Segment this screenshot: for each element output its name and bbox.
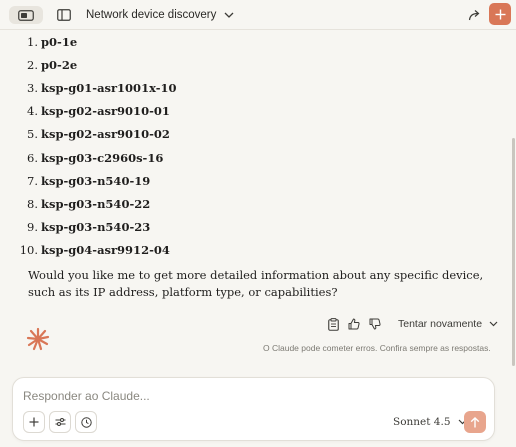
sidebar-toggle-button[interactable] xyxy=(55,7,73,23)
device-name: ksp-g03-n540-22 xyxy=(41,197,151,211)
thumbs-up-icon xyxy=(348,318,360,330)
plus-icon xyxy=(29,417,39,427)
chevron-down-icon xyxy=(224,12,234,18)
share-button[interactable] xyxy=(466,6,484,24)
list-number: 3. xyxy=(27,81,38,95)
tools-button[interactable] xyxy=(49,411,71,433)
share-icon xyxy=(468,10,480,21)
arrow-up-icon xyxy=(470,416,480,427)
list-number: 4. xyxy=(27,104,38,118)
list-item: 5. ksp-g02-asr9010-02 xyxy=(0,127,300,147)
sidebar-icon xyxy=(57,9,71,21)
device-name: ksp-g02-asr9010-02 xyxy=(41,127,170,141)
new-chat-button[interactable] xyxy=(489,3,511,25)
panel-icon xyxy=(18,9,34,21)
thumbs-up-button[interactable] xyxy=(347,317,361,331)
history-button[interactable] xyxy=(75,411,97,433)
list-item: 3. ksp-g01-asr1001x-10 xyxy=(0,81,300,101)
retry-button[interactable]: Tentar novamente xyxy=(398,318,498,330)
reply-input[interactable] xyxy=(23,388,423,404)
add-attachment-button[interactable] xyxy=(23,411,45,433)
device-name: p0-1e xyxy=(41,35,78,49)
list-item: 7. ksp-g03-n540-19 xyxy=(0,174,300,194)
device-name: p0-2e xyxy=(41,58,78,72)
list-item: 4. ksp-g02-asr9010-01 xyxy=(0,104,300,124)
chevron-down-icon xyxy=(489,321,498,327)
clock-icon xyxy=(80,416,92,428)
list-number: 10. xyxy=(19,243,38,257)
device-name: ksp-g03-c2960s-16 xyxy=(41,151,164,165)
list-number: 5. xyxy=(27,127,38,141)
device-name: ksp-g03-n540-23 xyxy=(41,220,151,234)
model-selector[interactable]: Sonnet 4.5 xyxy=(393,415,467,429)
scrollbar-thumb[interactable] xyxy=(512,138,515,366)
plus-icon xyxy=(495,9,505,19)
device-name: ksp-g03-n540-19 xyxy=(41,174,151,188)
list-number: 2. xyxy=(27,58,38,72)
list-item: 6. ksp-g03-c2960s-16 xyxy=(0,151,300,171)
panel-toggle-button[interactable] xyxy=(9,6,43,24)
device-name: ksp-g04-asr9912-04 xyxy=(41,243,170,257)
retry-label: Tentar novamente xyxy=(398,318,483,330)
copy-icon xyxy=(327,317,339,331)
list-item: 1. p0-1e xyxy=(0,35,300,55)
thumbs-down-icon xyxy=(369,318,381,330)
message-area: 1. p0-1e 2. p0-2e 3. ksp-g01-asr1001x-10… xyxy=(0,30,510,373)
copy-button[interactable] xyxy=(326,317,340,331)
list-number: 7. xyxy=(27,174,38,188)
list-number: 1. xyxy=(27,35,38,49)
send-button[interactable] xyxy=(464,411,486,433)
list-number: 6. xyxy=(27,151,38,165)
list-item: 8. ksp-g03-n540-22 xyxy=(0,197,300,217)
conversation-title-button[interactable]: Network device discovery xyxy=(86,6,234,24)
top-bar: Network device discovery xyxy=(0,0,516,30)
device-name: ksp-g01-asr1001x-10 xyxy=(41,81,177,95)
list-number: 8. xyxy=(27,197,38,211)
sliders-icon xyxy=(55,418,65,426)
list-number: 9. xyxy=(27,220,38,234)
disclaimer-text: O Claude pode cometer erros. Confira sem… xyxy=(263,343,491,353)
list-item: 9. ksp-g03-n540-23 xyxy=(0,220,300,240)
thumbs-down-button[interactable] xyxy=(368,317,382,331)
followup-text: Would you like me to get more detailed i… xyxy=(28,268,484,299)
message-actions: Tentar novamente xyxy=(326,316,498,332)
list-item: 10. ksp-g04-asr9912-04 xyxy=(0,243,300,263)
list-item: 2. p0-2e xyxy=(0,58,300,78)
device-name: ksp-g02-asr9010-01 xyxy=(41,104,170,118)
conversation-title: Network device discovery xyxy=(86,9,217,21)
model-label: Sonnet 4.5 xyxy=(393,416,451,428)
composer: Sonnet 4.5 xyxy=(12,377,495,441)
claude-spark-icon xyxy=(26,327,50,351)
